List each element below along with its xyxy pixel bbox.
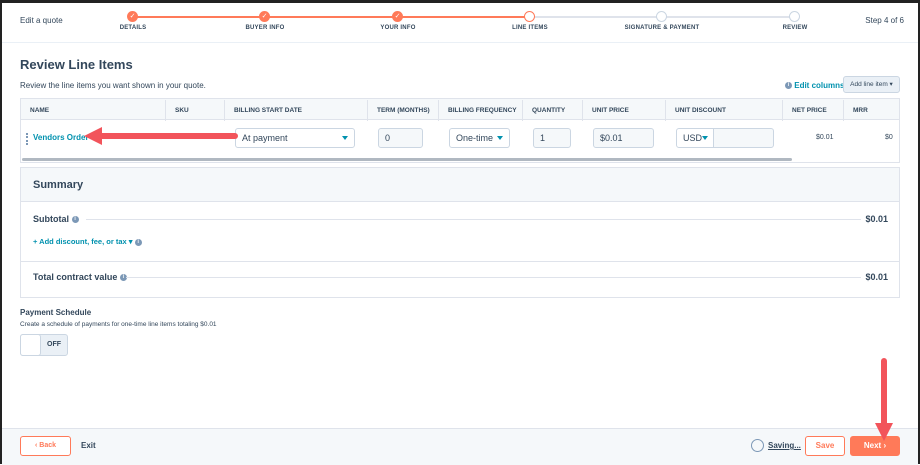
annotation-arrows <box>84 127 893 441</box>
annotation-arrow-down <box>875 358 893 441</box>
quote-editor-window: Edit a quote Step 4 of 6 ✓ DETAILS ✓ BUYER … <box>0 0 920 465</box>
annotation-arrow-left <box>84 127 238 145</box>
